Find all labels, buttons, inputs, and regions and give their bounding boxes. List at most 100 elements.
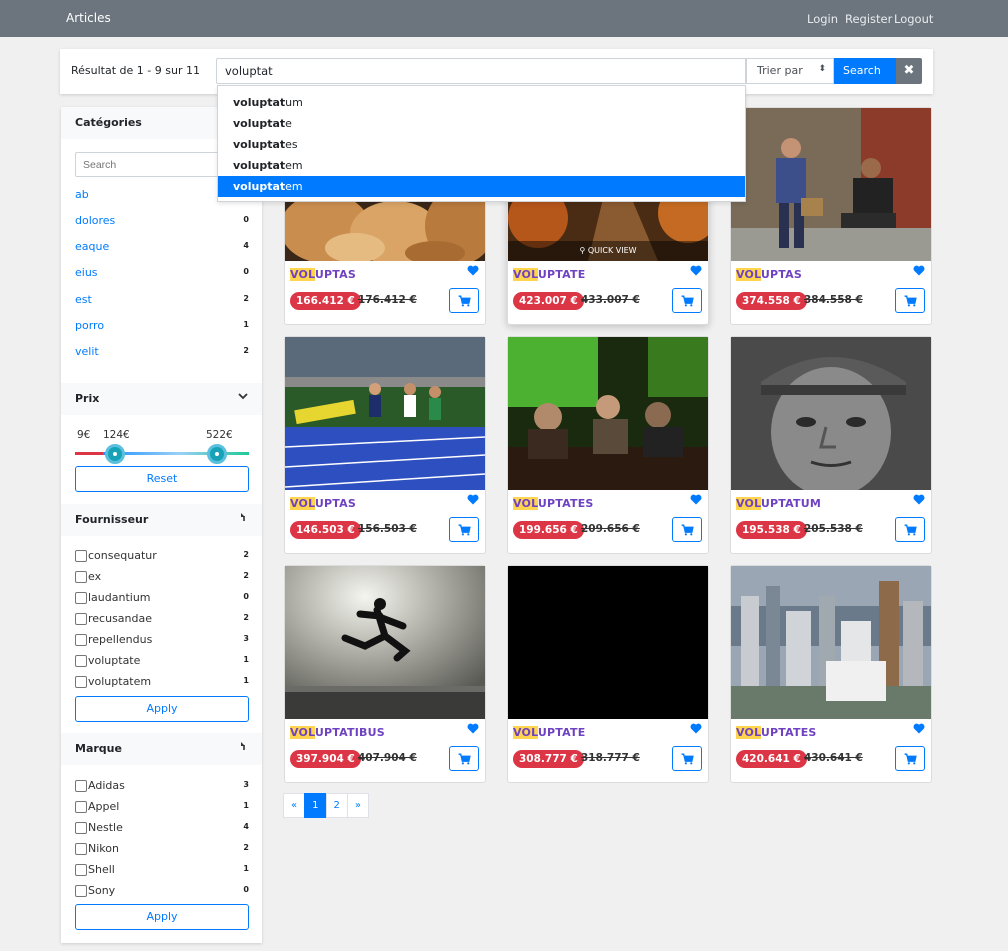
- heart-icon[interactable]: [467, 494, 479, 508]
- product-card[interactable]: VOLUPTATIBUS 397.904 €407.904 €: [284, 565, 486, 783]
- brand-option[interactable]: Shell 1: [75, 863, 249, 876]
- autocomplete-item[interactable]: voluptatem: [218, 176, 745, 197]
- price-slider-high-handle[interactable]: [207, 444, 227, 464]
- product-card[interactable]: VOLUPTAS 146.503 €156.503 €: [284, 336, 486, 554]
- brand-option[interactable]: Nestle 4: [75, 821, 249, 834]
- add-to-cart-button[interactable]: [895, 288, 925, 313]
- search-button[interactable]: Search ...: [834, 58, 896, 90]
- supplier-option[interactable]: voluptate 1: [75, 654, 249, 667]
- supplier-option[interactable]: recusandae 2: [75, 612, 249, 625]
- price-header[interactable]: Prix: [61, 383, 262, 415]
- brand-header[interactable]: Marque: [61, 733, 262, 765]
- autocomplete-item[interactable]: voluptate: [218, 113, 745, 134]
- product-image[interactable]: [731, 108, 931, 261]
- category-item[interactable]: eaque 4: [75, 240, 249, 253]
- category-item[interactable]: porro 1: [75, 319, 249, 332]
- price-slider-low-handle[interactable]: [105, 444, 125, 464]
- supplier-checkbox[interactable]: [75, 550, 87, 562]
- category-item[interactable]: eius 0: [75, 266, 249, 279]
- heart-icon[interactable]: [690, 265, 702, 279]
- page-link[interactable]: »: [346, 793, 369, 818]
- brand-option[interactable]: Nikon 2: [75, 842, 249, 855]
- autocomplete-item[interactable]: voluptates: [218, 134, 745, 155]
- brand-checkbox[interactable]: [75, 801, 87, 813]
- supplier-checkbox[interactable]: [75, 571, 87, 583]
- supplier-checkbox[interactable]: [75, 592, 87, 604]
- category-item[interactable]: est 2: [75, 293, 249, 306]
- product-name[interactable]: VOLUPTAS: [290, 268, 356, 281]
- product-name[interactable]: VOLUPTATIBUS: [290, 726, 385, 739]
- product-image[interactable]: [285, 566, 485, 719]
- add-to-cart-button[interactable]: [672, 517, 702, 542]
- product-name[interactable]: VOLUPTATE: [513, 268, 585, 281]
- price-reset-button[interactable]: Reset: [75, 466, 249, 492]
- product-image[interactable]: [731, 566, 931, 719]
- product-card[interactable]: VOLUPTATES 420.641 €430.641 €: [730, 565, 932, 783]
- brand-count-badge: 0: [243, 885, 249, 894]
- product-image[interactable]: [731, 337, 931, 490]
- supplier-apply-button[interactable]: Apply: [75, 696, 249, 722]
- supplier-checkbox[interactable]: [75, 634, 87, 646]
- brand-apply-button[interactable]: Apply: [75, 904, 249, 930]
- quick-view-button[interactable]: ⚲ QUICK VIEW: [508, 241, 708, 261]
- supplier-option[interactable]: repellendus 3: [75, 633, 249, 646]
- sort-select[interactable]: Trier par ⬍: [746, 58, 834, 84]
- heart-icon[interactable]: [913, 494, 925, 508]
- heart-icon[interactable]: [467, 265, 479, 279]
- add-to-cart-button[interactable]: [895, 517, 925, 542]
- brand-checkbox[interactable]: [75, 843, 87, 855]
- product-name[interactable]: VOLUPTATES: [513, 497, 594, 510]
- page-link[interactable]: 1: [304, 793, 327, 818]
- supplier-checkbox[interactable]: [75, 655, 87, 667]
- product-image[interactable]: [285, 337, 485, 490]
- page-link[interactable]: «: [283, 793, 306, 818]
- heart-icon[interactable]: [913, 265, 925, 279]
- product-card[interactable]: VOLUPTAS 374.558 €384.558 €: [730, 107, 932, 325]
- clear-search-button[interactable]: ✖: [896, 58, 922, 84]
- heart-icon[interactable]: [690, 494, 702, 508]
- product-card[interactable]: VOLUPTATES 199.656 €209.656 €: [507, 336, 709, 554]
- category-item[interactable]: dolores 0: [75, 214, 249, 227]
- supplier-checkbox[interactable]: [75, 676, 87, 688]
- add-to-cart-button[interactable]: [449, 288, 479, 313]
- brand-checkbox[interactable]: [75, 822, 87, 834]
- register-link[interactable]: Register: [845, 12, 892, 26]
- login-link[interactable]: Login: [807, 12, 838, 26]
- product-name[interactable]: VOLUPTAS: [290, 497, 356, 510]
- product-card[interactable]: VOLUPTATE 308.777 €318.777 €: [507, 565, 709, 783]
- supplier-option[interactable]: voluptatem 1: [75, 675, 249, 688]
- add-to-cart-button[interactable]: [895, 746, 925, 771]
- heart-icon[interactable]: [690, 723, 702, 737]
- search-input[interactable]: voluptat: [216, 58, 746, 84]
- product-name[interactable]: VOLUPTAS: [736, 268, 802, 281]
- product-name[interactable]: VOLUPTATE: [513, 726, 585, 739]
- heart-icon[interactable]: [913, 723, 925, 737]
- brand-option[interactable]: Appel 1: [75, 800, 249, 813]
- product-card[interactable]: VOLUPTATUM 195.538 €205.538 €: [730, 336, 932, 554]
- supplier-header[interactable]: Fournisseur: [61, 504, 262, 536]
- brand-link[interactable]: Articles: [66, 11, 111, 25]
- brand-option[interactable]: Adidas 3: [75, 779, 249, 792]
- supplier-checkbox[interactable]: [75, 613, 87, 625]
- add-to-cart-button[interactable]: [449, 517, 479, 542]
- add-to-cart-button[interactable]: [449, 746, 479, 771]
- add-to-cart-button[interactable]: [672, 746, 702, 771]
- brand-checkbox[interactable]: [75, 885, 87, 897]
- supplier-option[interactable]: ex 2: [75, 570, 249, 583]
- brand-option[interactable]: Sony 0: [75, 884, 249, 897]
- heart-icon[interactable]: [467, 723, 479, 737]
- supplier-option[interactable]: consequatur 2: [75, 549, 249, 562]
- supplier-option[interactable]: laudantium 0: [75, 591, 249, 604]
- category-item[interactable]: velit 2: [75, 345, 249, 358]
- autocomplete-item[interactable]: voluptatem: [218, 155, 745, 176]
- brand-checkbox[interactable]: [75, 864, 87, 876]
- product-image[interactable]: [508, 337, 708, 490]
- autocomplete-item[interactable]: voluptatum: [218, 92, 745, 113]
- product-name[interactable]: VOLUPTATUM: [736, 497, 821, 510]
- logout-link[interactable]: Logout: [894, 12, 933, 26]
- page-link[interactable]: 2: [325, 793, 348, 818]
- product-image[interactable]: [508, 566, 708, 719]
- add-to-cart-button[interactable]: [672, 288, 702, 313]
- brand-checkbox[interactable]: [75, 780, 87, 792]
- product-name[interactable]: VOLUPTATES: [736, 726, 817, 739]
